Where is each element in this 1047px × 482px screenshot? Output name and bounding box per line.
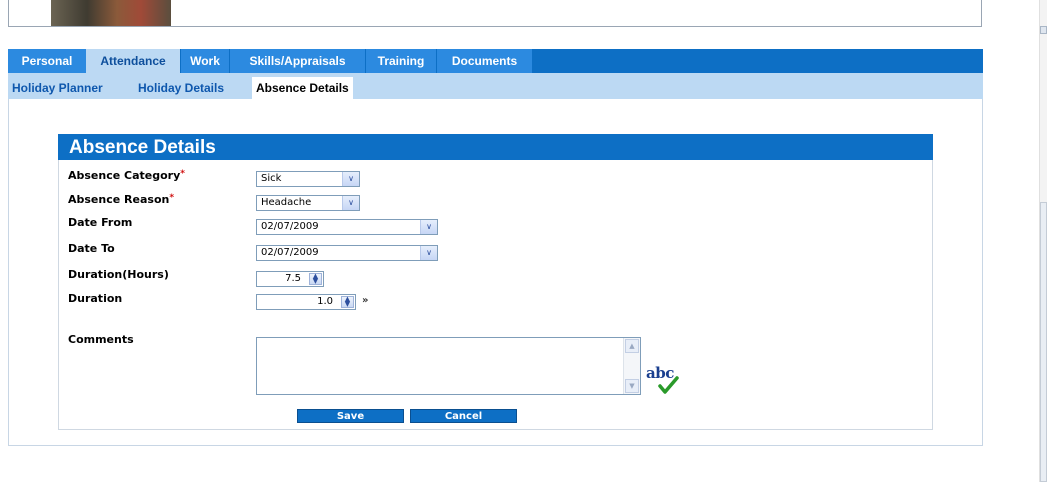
comments-label: Comments xyxy=(68,333,134,346)
tab-training[interactable]: Training xyxy=(366,49,436,73)
form-title: Absence Details xyxy=(58,134,933,160)
chevron-down-icon[interactable]: ∨ xyxy=(420,246,437,260)
absence-category-select[interactable]: Sick ∨ xyxy=(256,171,360,187)
tab-skills-appraisals[interactable]: Skills/Appraisals xyxy=(230,49,365,73)
tab-documents[interactable]: Documents xyxy=(437,49,532,73)
absence-category-label-text: Absence Category xyxy=(68,169,181,182)
double-chevron-down-icon[interactable]: » xyxy=(362,295,368,306)
absence-category-label: Absence Category* xyxy=(68,169,185,182)
checkmark-icon xyxy=(658,376,679,394)
date-from-label: Date From xyxy=(68,216,133,229)
employee-photo xyxy=(51,0,171,26)
subtab-holiday-planner[interactable]: Holiday Planner xyxy=(12,78,103,98)
absence-reason-select[interactable]: Headache ∨ xyxy=(256,195,360,211)
scroll-down-icon[interactable]: ▼ xyxy=(625,379,639,393)
absence-reason-label: Absence Reason* xyxy=(68,193,174,206)
save-button[interactable]: Save xyxy=(297,409,404,423)
cancel-button[interactable]: Cancel xyxy=(410,409,517,423)
spin-arrows-icon[interactable]: ▲ ▼ xyxy=(309,273,322,285)
employee-header-box xyxy=(8,0,982,27)
tab-attendance[interactable]: Attendance xyxy=(86,49,180,73)
duration-hours-label: Duration(Hours) xyxy=(68,268,169,281)
spin-arrows-icon[interactable]: ▲ ▼ xyxy=(341,296,354,308)
date-from-value: 02/07/2009 xyxy=(261,221,319,232)
date-to-value: 02/07/2009 xyxy=(261,247,319,258)
date-to-label: Date To xyxy=(68,242,115,255)
chevron-down-icon[interactable]: ∨ xyxy=(342,172,359,186)
sub-tab-bar: Holiday Planner Holiday Details Absence … xyxy=(8,73,983,99)
textarea-scrollbar[interactable]: ▲ ▼ xyxy=(623,338,640,394)
duration-value: 1.0 xyxy=(317,296,333,307)
required-marker: * xyxy=(169,193,175,203)
date-to-picker[interactable]: 02/07/2009 ∨ xyxy=(256,245,438,261)
chevron-down-icon[interactable]: ∨ xyxy=(420,220,437,234)
required-marker: * xyxy=(180,169,185,179)
chevron-down-icon[interactable]: ∨ xyxy=(342,196,359,210)
duration-hours-stepper[interactable]: 7.5 ▲ ▼ xyxy=(256,271,324,287)
duration-stepper[interactable]: 1.0 ▲ ▼ xyxy=(256,294,356,310)
main-tab-bar: Personal Attendance Work Skills/Appraisa… xyxy=(8,49,983,73)
scroll-up-button[interactable] xyxy=(1040,26,1047,34)
comments-textarea[interactable]: ▲ ▼ xyxy=(256,337,641,395)
subtab-absence-details[interactable]: Absence Details xyxy=(252,77,353,99)
duration-hours-value: 7.5 xyxy=(285,273,301,284)
duration-label: Duration xyxy=(68,292,123,305)
tab-personal[interactable]: Personal xyxy=(8,49,86,73)
date-from-picker[interactable]: 02/07/2009 ∨ xyxy=(256,219,438,235)
scrollbar-thumb[interactable] xyxy=(1040,202,1047,482)
absence-category-value: Sick xyxy=(261,173,282,184)
spellcheck-icon[interactable]: abc xyxy=(646,364,682,396)
subtab-holiday-details[interactable]: Holiday Details xyxy=(138,78,224,98)
absence-reason-value: Headache xyxy=(261,197,312,208)
absence-reason-label-text: Absence Reason xyxy=(68,193,170,206)
tab-work[interactable]: Work xyxy=(181,49,229,73)
scroll-up-icon[interactable]: ▲ xyxy=(625,339,639,353)
